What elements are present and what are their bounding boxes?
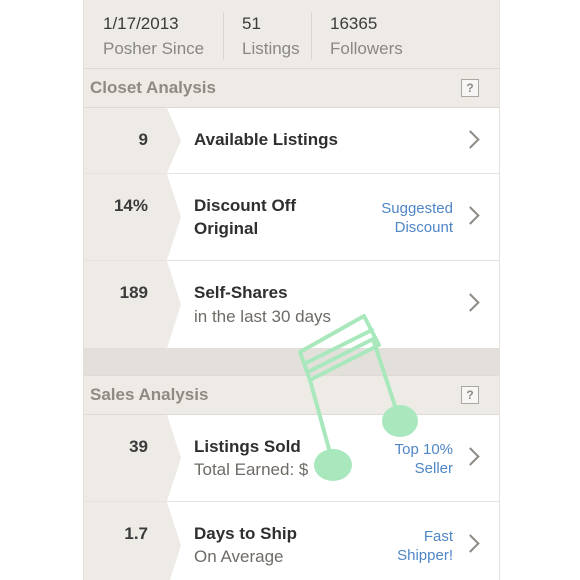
row-discount-off-original[interactable]: 14% Discount Off Original Suggested Disc…	[84, 174, 499, 261]
chevron-right-icon	[461, 447, 480, 466]
badge-line: Discount	[394, 219, 453, 236]
section-gap	[84, 348, 499, 375]
row-number: 9	[138, 130, 148, 149]
chevron-right-icon	[461, 130, 480, 149]
row-number-cell: 14%	[84, 174, 167, 260]
row-available-listings[interactable]: 9 Available Listings	[84, 108, 499, 174]
row-self-shares[interactable]: 189 Self-Shares in the last 30 days	[84, 261, 499, 348]
row-title: Discount Off Original	[194, 194, 296, 240]
help-icon[interactable]: ?	[461, 79, 479, 97]
closet-analysis-header: Closet Analysis ?	[84, 68, 499, 108]
stat-label: Followers	[330, 39, 403, 58]
row-number: 1.7	[124, 524, 148, 543]
stat-followers[interactable]: 16365 Followers	[311, 0, 480, 68]
row-title-line: Discount Off	[194, 196, 296, 215]
row-number-cell: 1.7	[84, 502, 167, 580]
chevron-right-icon	[461, 206, 480, 225]
fast-shipper-badge[interactable]: Fast Shipper!	[397, 527, 453, 565]
chevron-right-icon	[461, 534, 480, 553]
stat-value: 16365	[330, 14, 378, 33]
section-title: Sales Analysis	[90, 385, 209, 404]
section-title: Closet Analysis	[90, 78, 216, 97]
row-subtitle: in the last 30 days	[194, 307, 332, 326]
badge-line: Shipper!	[397, 547, 453, 564]
row-listings-sold[interactable]: 39 Listings Sold Total Earned: $ Top 10%…	[84, 415, 499, 502]
help-icon[interactable]: ?	[461, 386, 479, 404]
row-title: Available Listings	[194, 130, 338, 149]
stat-label: Listings	[242, 39, 300, 58]
row-title: Days to Ship	[194, 524, 297, 543]
row-number-cell: 189	[84, 261, 167, 348]
row-number: 189	[119, 283, 148, 302]
row-number: 14%	[113, 196, 148, 215]
row-number-cell: 9	[84, 108, 167, 173]
row-title-line: Original	[194, 219, 259, 238]
sales-analysis-header: Sales Analysis ?	[84, 375, 499, 415]
row-number-cell: 39	[84, 415, 167, 501]
closet-stats-screen: 1/17/2013 Posher Since 51 Listings 16365…	[83, 0, 500, 580]
badge-line: Fast	[423, 528, 453, 545]
profile-stats-bar: 1/17/2013 Posher Since 51 Listings 16365…	[84, 0, 499, 68]
row-subtitle: On Average	[194, 547, 284, 566]
chevron-right-icon	[461, 293, 480, 312]
row-days-to-ship[interactable]: 1.7 Days to Ship On Average Fast Shipper…	[84, 502, 499, 580]
stat-listings[interactable]: 51 Listings	[223, 0, 311, 68]
stat-value: 1/17/2013	[103, 14, 179, 33]
stat-posher-since: 1/17/2013 Posher Since	[84, 0, 223, 68]
row-title: Self-Shares	[194, 283, 288, 302]
row-title: Listings Sold	[194, 437, 301, 456]
stat-label: Posher Since	[103, 39, 205, 58]
top-seller-badge[interactable]: Top 10% Seller	[395, 440, 453, 478]
badge-line: Top 10%	[394, 441, 453, 458]
stat-value: 51	[242, 14, 261, 33]
suggested-discount-link[interactable]: Suggested Discount	[381, 199, 453, 237]
badge-line: Suggested	[381, 200, 453, 217]
badge-line: Seller	[414, 460, 453, 477]
row-subtitle: Total Earned: $	[194, 460, 309, 479]
row-number: 39	[129, 437, 148, 456]
